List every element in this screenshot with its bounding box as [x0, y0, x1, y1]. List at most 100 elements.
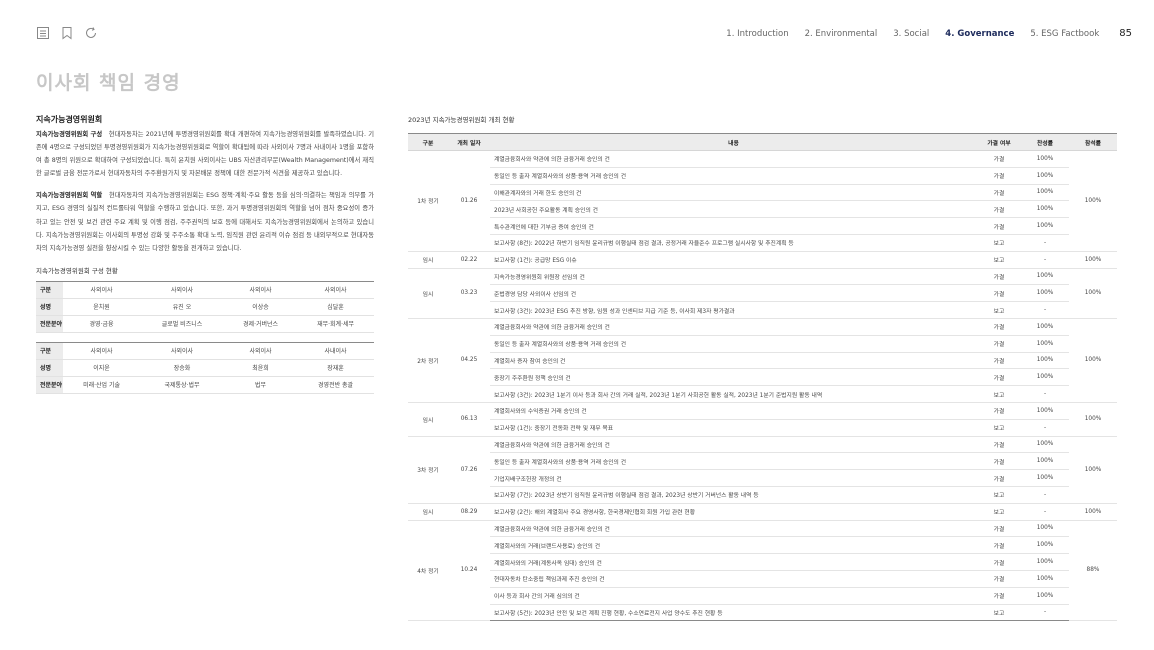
table-row: 전문분야 미래·산업 기술 국제통상·법무 법무 경영전반 총괄: [36, 376, 374, 394]
approval-rate-cell: -: [1021, 503, 1069, 521]
agenda-cell: 계열금융회사와 약관에 의한 금융거래 승인의 건: [490, 150, 977, 168]
nav-social[interactable]: 3. Social: [893, 29, 929, 39]
section-title: 지속가능경영위원회: [36, 115, 103, 124]
table-row: 동일인 등 출자 계열회사와의 상품·용역 거래 승인의 건 가결 100%: [408, 452, 1117, 471]
table-row: 2차 정기 04.25 계열금융회사와 약관에 의한 금융거래 승인의 건 가결 100…: [408, 318, 1117, 403]
paragraph-label: 지속가능경영위원회 역할: [36, 192, 103, 200]
nav-esg-factbook[interactable]: 5. ESG Factbook: [1030, 29, 1099, 39]
table-row: 현대자동차 탄소중립 책임과제 추진 승인의 건 가결 100%: [408, 570, 1117, 588]
column-header: 개최 일자: [448, 133, 490, 151]
meeting-date-cell: 10.24: [448, 520, 490, 622]
agenda-cell: 동일인 등 출자 계열회사와의 상품·용역 거래 승인의 건: [490, 452, 977, 471]
agenda-cell: 보고사항 (2건): 해외 계열회사 주요 경영사항, 한국경제인협회 회원 가…: [490, 503, 977, 521]
approval-rate-cell: 100%: [1021, 520, 1069, 538]
result-cell: 보고: [977, 503, 1021, 521]
table-cell: 경제·거버넌스: [224, 315, 298, 333]
approval-rate-cell: 100%: [1021, 553, 1069, 571]
result-cell: 가결: [977, 217, 1021, 235]
result-cell: 보고: [977, 301, 1021, 319]
right-column: 2023년 지속가능경영위원회 개최 현황 구분 개최 일자 내용 가결 여부 …: [408, 114, 1117, 622]
list-icon[interactable]: [36, 26, 50, 40]
approval-rate-cell: -: [1021, 419, 1069, 437]
table-cell: 사외이사: [224, 341, 298, 360]
meeting-type-cell: 임시: [408, 251, 448, 269]
approval-rate-cell: -: [1021, 234, 1069, 252]
approval-rate-cell: 100%: [1021, 536, 1069, 555]
table-row: 보고사항 (8건): 2022년 하반기 임직원 윤리규범 이행실태 점검 결과…: [408, 234, 1117, 252]
table-row: 기업지배구조헌장 개정의 건 가결 100%: [408, 469, 1117, 487]
table-row: 보고사항 (5건): 2023년 안전 및 보건 계획 진행 현황, 수소연료전…: [408, 604, 1117, 622]
attendance-cell: 100%: [1069, 150, 1117, 252]
approval-rate-cell: 100%: [1021, 184, 1069, 202]
table-row: 임시 03.23 지속가능경영위원회 위원장 선임의 건 가결 100% 100%: [408, 268, 1117, 319]
result-cell: 가결: [977, 436, 1021, 454]
table-cell: 미래·산업 기술: [63, 376, 140, 394]
role-paragraph: 지속가능경영위원회 역할 현대자동차의 지속가능경영위원회는 ESG 정책·계획…: [36, 189, 374, 254]
table-row: 1차 정기 01.26 계열금융회사와 약관에 의한 금융거래 승인의 건 가결 100…: [408, 150, 1117, 252]
toolbar: [36, 26, 98, 40]
table-cell: 장재훈: [297, 359, 374, 377]
result-cell: 보고: [977, 604, 1021, 622]
table-cell: 이상승: [224, 298, 298, 316]
table-row: 구분 사외이사 사외이사 사외이사 사외이사: [36, 280, 374, 299]
meetings-table-title: 2023년 지속가능경영위원회 개최 현황: [408, 116, 515, 124]
agenda-cell: 준법경영 담당 사외이사 선임의 건: [490, 284, 977, 303]
table-row: 보고사항 (1건): 중장기 전동화 전략 및 재무 목표 보고 -: [408, 419, 1117, 437]
result-cell: 보고: [977, 251, 1021, 269]
nav-introduction[interactable]: 1. Introduction: [726, 29, 788, 39]
agenda-cell: 보고사항 (1건): 중장기 전동화 전략 및 재무 목표: [490, 419, 977, 437]
approval-rate-cell: 100%: [1021, 268, 1069, 286]
meeting-type-cell: 3차 정기: [408, 436, 448, 504]
table-row: 특수관계인에 대한 기부금 증여 승인의 건 가결 100%: [408, 217, 1117, 235]
agenda-cell: 계열회사 증자 참여 승인의 건: [490, 352, 977, 370]
meeting-date-cell: 08.29: [448, 503, 490, 521]
refresh-icon[interactable]: [84, 26, 98, 40]
paragraph-label: 지속가능경영위원회 구성: [36, 131, 103, 138]
agenda-cell: 계열회사와의 거래(브랜드사용료) 승인의 건: [490, 536, 977, 555]
agenda-cell: 동일인 등 출자 계열회사와의 상품·용역 거래 승인의 건: [490, 335, 977, 353]
approval-rate-cell: 100%: [1021, 368, 1069, 387]
table-spacer: [36, 332, 374, 343]
approval-rate-cell: -: [1021, 385, 1069, 403]
paragraph-text: 현대자동차의 지속가능경영위원회는 ESG 정책·계획·주요 활동 등을 심의·…: [36, 192, 374, 252]
table-row: 계열회사와의 거래(계동사옥 임대) 승인의 건 가결 100%: [408, 553, 1117, 571]
agenda-cell: 2023년 사회공헌 주요활동 계획 승인의 건: [490, 200, 977, 219]
table-row: 계열회사 증자 참여 승인의 건 가결 100%: [408, 352, 1117, 370]
column-header: 내용: [490, 133, 977, 151]
meeting-date-cell: 07.26: [448, 436, 490, 504]
attendance-cell: 100%: [1069, 503, 1117, 521]
table-row: 보고사항 (3건): 2023년 ESG 추진 방향, 임원 성과 인센티브 지…: [408, 301, 1117, 319]
result-cell: 가결: [977, 268, 1021, 286]
approval-rate-cell: 100%: [1021, 352, 1069, 370]
approval-rate-cell: 100%: [1021, 335, 1069, 353]
table-cell: 사외이사: [297, 280, 374, 299]
result-cell: 보고: [977, 486, 1021, 504]
table-row: 구분 사외이사 사외이사 사외이사 사내이사: [36, 341, 374, 360]
result-cell: 가결: [977, 368, 1021, 387]
approval-rate-cell: 100%: [1021, 452, 1069, 471]
table-row: 3차 정기 07.26 계열금융회사와 약관에 의한 금융거래 승인의 건 가결 100…: [408, 436, 1117, 504]
attendance-cell: 100%: [1069, 436, 1117, 504]
agenda-cell: 보고사항 (8건): 2022년 하반기 임직원 윤리규범 이행실태 점검 결과…: [490, 234, 977, 252]
table-header-row: 구분 개최 일자 내용 가결 여부 찬성률 참석률: [408, 133, 1117, 151]
bookmark-icon[interactable]: [60, 26, 74, 40]
nav-environmental[interactable]: 2. Environmental: [805, 29, 878, 39]
meeting-type-cell: 임시: [408, 503, 448, 521]
meetings-table: 구분 개최 일자 내용 가결 여부 찬성률 참석률 1차 정기 01.26 계열금융…: [408, 133, 1117, 622]
agenda-cell: 계열회사와의 거래(계동사옥 임대) 승인의 건: [490, 553, 977, 571]
table-cell: 경영전반 총괄: [297, 376, 374, 394]
table-row: 보고사항 (7건): 2023년 상반기 임직원 윤리규범 이행실태 점검 결과…: [408, 486, 1117, 504]
page-title: 이사회 책임 경영: [36, 72, 181, 94]
table-cell: 이지윤: [63, 359, 140, 377]
table-row: 중장기 주주환원 정책 승인의 건 가결 100%: [408, 368, 1117, 387]
agenda-cell: 보고사항 (1건): 공급망 ESG 이슈: [490, 251, 977, 269]
agenda-cell: 현대자동차 탄소중립 책임과제 추진 승인의 건: [490, 570, 977, 588]
agenda-cell: 보고사항 (3건): 2023년 1분기 이사 등과 회사 간의 거래 실적, …: [490, 385, 977, 403]
composition-table-title: 지속가능경영위원회 구성 현황: [36, 266, 118, 275]
result-cell: 가결: [977, 200, 1021, 219]
table-cell: 사내이사: [297, 341, 374, 360]
result-cell: 가결: [977, 167, 1021, 185]
table-row: 계열회사와의 거래(브랜드사용료) 승인의 건 가결 100%: [408, 536, 1117, 555]
nav-governance[interactable]: 4. Governance: [945, 29, 1014, 39]
left-column: 지속가능경영위원회 지속가능경영위원회 구성 현대자동차는 2021년에 투명경…: [36, 114, 374, 394]
